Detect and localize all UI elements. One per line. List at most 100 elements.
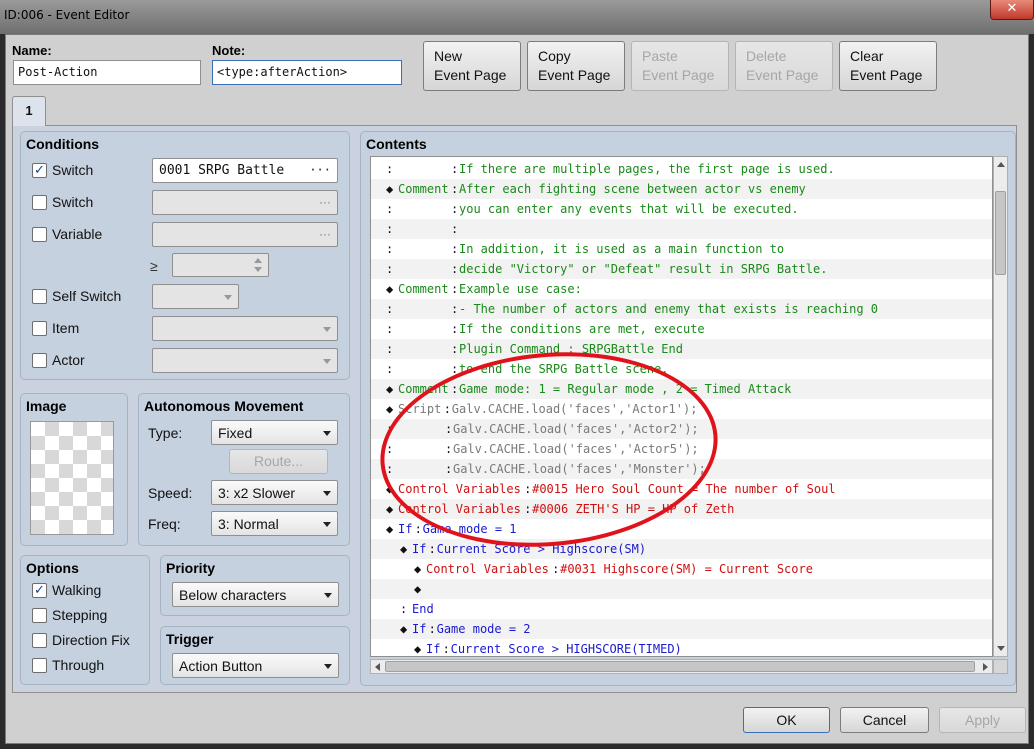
scroll-left-icon[interactable] [375, 663, 380, 671]
trigger-select[interactable]: Action Button [172, 653, 339, 678]
switch1-checkbox[interactable]: ✓ [32, 163, 47, 178]
paste-event-page-button[interactable]: Paste Event Page [631, 41, 729, 91]
command-separator: : [451, 182, 459, 196]
command-row[interactable]: : End [371, 599, 992, 619]
vertical-scroll-thumb[interactable] [995, 191, 1006, 275]
command-row[interactable]: ::- The number of actors and enemy that … [371, 299, 992, 319]
freq-select[interactable]: 3: Normal [211, 511, 338, 536]
command-row[interactable]: ◆ [371, 579, 992, 599]
command-row[interactable]: ◆ If: Current Score > HIGHSCORE(TIMED) [371, 639, 992, 656]
command-label: Comment [398, 182, 449, 196]
direction-fix-checkbox[interactable] [32, 633, 47, 648]
scroll-up-icon[interactable] [997, 162, 1005, 167]
item-checkbox[interactable] [32, 321, 47, 336]
command-row[interactable]: :: Plugin Command : SRPGBattle End [371, 339, 992, 359]
command-row[interactable]: ◆ Comment: After each fighting scene betwe… [371, 179, 992, 199]
walking-checkbox[interactable]: ✓ [32, 583, 47, 598]
apply-button[interactable]: Apply [939, 707, 1026, 733]
command-row[interactable]: :: If the conditions are met, execute [371, 319, 992, 339]
options-panel: Options ✓ Walking Stepping Direction Fix… [20, 555, 150, 685]
variable-checkbox[interactable] [32, 227, 47, 242]
command-label: Control Variables [398, 482, 521, 496]
more-icon: ··· [319, 227, 331, 241]
horizontal-scrollbar[interactable] [370, 659, 993, 674]
delete-event-page-line1: Delete [746, 48, 787, 64]
item-label: Item [52, 320, 80, 336]
scroll-right-icon[interactable] [983, 663, 988, 671]
command-marker: : [386, 222, 394, 236]
delete-event-page-button[interactable]: Delete Event Page [735, 41, 833, 91]
through-label: Through [52, 657, 105, 673]
switch1-value: 0001 SRPG Battle [159, 163, 285, 178]
name-input[interactable]: Post-Action [13, 60, 201, 85]
chevron-down-icon [324, 664, 332, 669]
compare-symbol: ≥ [150, 258, 158, 274]
command-marker: ◆ [386, 502, 394, 516]
command-separator: : [428, 622, 436, 636]
command-row[interactable]: :: Galv.CACHE.load('faces','Actor2'); [371, 419, 992, 439]
command-row[interactable]: :: [371, 219, 992, 239]
command-row[interactable]: ◆ Script: Galv.CACHE.load('faces','Actor1'… [371, 399, 992, 419]
horizontal-scroll-thumb[interactable] [385, 661, 975, 672]
command-row[interactable]: :: Galv.CACHE.load('faces','Actor5'); [371, 439, 992, 459]
name-label: Name: [12, 43, 52, 58]
trigger-title: Trigger [166, 631, 214, 647]
scroll-down-icon[interactable] [997, 646, 1005, 651]
chevron-down-icon [323, 359, 331, 364]
command-row[interactable]: ◆ Control Variables: #0006 ZETH'S HP = HP … [371, 499, 992, 519]
actor-select[interactable] [152, 348, 338, 373]
command-row[interactable]: :: decide "Victory" or "Defeat" result in… [371, 259, 992, 279]
command-row[interactable]: :: Galv.CACHE.load('faces','Monster'); [371, 459, 992, 479]
switch2-checkbox[interactable] [32, 195, 47, 210]
command-row[interactable]: ◆ Comment: Game mode: 1 = Regular mode , 2… [371, 379, 992, 399]
command-row[interactable]: :: to end the SRPG Battle scene. [371, 359, 992, 379]
movement-type-select[interactable]: Fixed [211, 420, 338, 445]
cancel-button[interactable]: Cancel [840, 707, 929, 733]
contents-title: Contents [366, 136, 427, 152]
command-marker: ◆ [386, 482, 394, 496]
command-row[interactable]: :: In addition, it is used as a main func… [371, 239, 992, 259]
command-row[interactable]: :: If there are multiple pages, the first… [371, 159, 992, 179]
new-event-page-button[interactable]: New Event Page [423, 41, 521, 91]
route-button[interactable]: Route... [229, 449, 328, 474]
window-title: ID:006 - Event Editor [4, 8, 130, 22]
item-select[interactable] [152, 316, 338, 341]
note-input[interactable]: <type:afterAction> [212, 60, 402, 85]
stepping-checkbox[interactable] [32, 608, 47, 623]
switch2-select[interactable]: ··· [152, 190, 338, 215]
type-label: Type: [148, 425, 183, 441]
chevron-down-icon [323, 327, 331, 332]
through-checkbox[interactable] [32, 658, 47, 673]
copy-event-page-line1: Copy [538, 48, 571, 64]
self-switch-select[interactable] [152, 284, 239, 309]
copy-event-page-line2: Event Page [538, 67, 611, 83]
command-row[interactable]: ◆ If: Current Score > Highscore(SM) [371, 539, 992, 559]
self-switch-checkbox[interactable] [32, 289, 47, 304]
stepper-down-icon[interactable] [254, 267, 262, 272]
vertical-scrollbar[interactable] [993, 156, 1008, 657]
command-row[interactable]: :: you can enter any events that will be … [371, 199, 992, 219]
clear-event-page-button[interactable]: Clear Event Page [839, 41, 937, 91]
speed-select[interactable]: 3: x2 Slower [211, 480, 338, 505]
close-button[interactable]: ✕ [990, 0, 1034, 20]
command-row[interactable]: ◆ If: Game mode = 2 [371, 619, 992, 639]
ok-button[interactable]: OK [743, 707, 830, 733]
actor-checkbox[interactable] [32, 353, 47, 368]
command-row[interactable]: ◆ Control Variables: #0015 Hero Soul Count… [371, 479, 992, 499]
command-text: Galv.CACHE.load('faces','Actor5'); [453, 442, 699, 456]
command-row[interactable]: ◆ Comment: Example use case: [371, 279, 992, 299]
variable-value-stepper[interactable] [172, 253, 269, 277]
command-label: Control Variables [426, 562, 549, 576]
switch2-label: Switch [52, 194, 94, 210]
event-command-list[interactable]: :: If there are multiple pages, the first… [370, 156, 993, 657]
command-row[interactable]: ◆ If: Game mode = 1 [371, 519, 992, 539]
command-row[interactable]: ◆ Control Variables: #0031 Highscore(SM) =… [371, 559, 992, 579]
stepper-up-icon[interactable] [254, 258, 262, 263]
switch1-select[interactable]: 0001 SRPG Battle ··· [152, 158, 338, 183]
variable-select[interactable]: ··· [152, 222, 338, 247]
copy-event-page-button[interactable]: Copy Event Page [527, 41, 625, 91]
priority-select[interactable]: Below characters [172, 582, 339, 607]
image-preview[interactable] [30, 421, 114, 535]
tab-page-1[interactable]: 1 [12, 96, 46, 126]
command-label: If [412, 542, 427, 556]
